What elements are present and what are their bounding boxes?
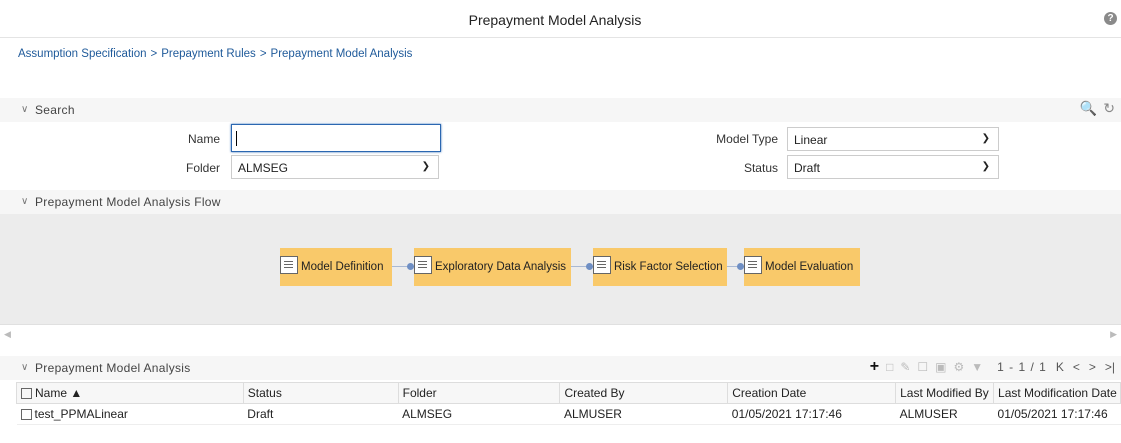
table-row[interactable]: test_PPMALinear Draft ALMSEG ALMUSER 01/… [16,403,1121,425]
delete-icon[interactable]: ☐ [917,360,928,374]
breadcrumb-separator: > [150,48,158,60]
document-icon [280,256,298,274]
page-title: Prepayment Model Analysis [468,12,642,28]
breadcrumb-item-assumption-specification[interactable]: Assumption Specification [18,48,146,60]
breadcrumb-item-prepayment-model-analysis[interactable]: Prepayment Model Analysis [271,48,413,60]
status-label: Status [743,161,778,175]
flow-step-label: Risk Factor Selection [614,261,723,273]
text-caret [236,131,237,146]
chevron-down-icon: ∨ [21,196,29,207]
edit-icon[interactable]: ✎ [900,360,910,374]
table-cell-created-by: ALMUSER [559,403,728,425]
chevron-down-icon: ∨ [21,104,29,115]
list-section-label: Prepayment Model Analysis [35,361,191,375]
flow-diagram: Model Definition Exploratory Data Analys… [0,214,1121,324]
chevron-down-icon: ❯ [981,161,990,172]
search-section-label: Search [35,103,75,117]
column-header-name[interactable]: Name ▲ [16,382,244,404]
execute-icon[interactable]: ⚙ [953,360,964,374]
flow-step-label: Model Definition [301,261,384,273]
table-header-row: Name ▲ Status Folder Created By Creation… [16,382,1121,404]
search-icon[interactable]: 🔍 [1080,100,1097,116]
column-header-last-modified-by[interactable]: Last Modified By [895,382,995,404]
name-input[interactable] [231,124,441,152]
flow-step-exploratory-data-analysis[interactable]: Exploratory Data Analysis [414,248,571,286]
filter-icon[interactable]: ▼ [971,360,983,374]
title-bar: Prepayment Model Analysis ? [0,0,1121,38]
table-cell-last-modified-by: ALMUSER [895,403,994,425]
column-header-creation-date[interactable]: Creation Date [727,382,897,404]
breadcrumb-item-prepayment-rules[interactable]: Prepayment Rules [161,48,256,60]
name-label: Name [187,132,220,146]
flow-connector-dot [407,263,414,270]
sort-ascending-icon: ▲ [70,386,83,400]
reset-icon[interactable]: ↻ [1103,100,1115,116]
column-header-status[interactable]: Status [242,382,399,404]
chevron-down-icon: ∨ [21,362,29,373]
model-type-select[interactable]: Linear ❯ [787,127,999,151]
results-table: Name ▲ Status Folder Created By Creation… [16,382,1121,425]
help-icon[interactable]: ? [1104,12,1117,25]
flow-step-label: Model Evaluation [765,261,854,273]
flow-step-label: Exploratory Data Analysis [435,261,567,273]
column-header-folder[interactable]: Folder [397,382,561,404]
horizontal-scrollbar[interactable]: ◀ ▶ [0,324,1121,346]
list-section-header[interactable]: ∨ Prepayment Model Analysis + □ ✎ ☐ ▣ ⚙ ▼ 1 - 1… [0,356,1121,380]
table-cell-creation-date: 01/05/2021 17:17:46 [727,403,896,425]
copy-icon[interactable]: ▣ [935,360,946,374]
column-header-last-modification-date[interactable]: Last Modification Date [993,382,1121,404]
select-all-checkbox[interactable] [21,388,32,399]
model-type-label: Model Type [716,132,778,146]
settings-icon [593,256,611,274]
chevron-down-icon: ❯ [981,133,990,144]
analysis-icon [414,256,432,274]
model-type-select-value: Linear [794,133,828,147]
table-cell-last-modification-date: 01/05/2021 17:17:46 [993,403,1121,425]
add-icon[interactable]: + [870,358,879,375]
status-select-value: Draft [794,161,821,175]
flow-step-risk-factor-selection[interactable]: Risk Factor Selection [593,248,727,286]
search-actions: 🔍 ↻ [1074,100,1115,117]
chevron-down-icon: ❯ [421,161,430,172]
scroll-right-icon[interactable]: ▶ [1110,329,1117,340]
flow-section-header[interactable]: ∨ Prepayment Model Analysis Flow [0,190,1121,214]
last-page-icon[interactable]: >| [1105,360,1115,374]
flow-step-model-evaluation[interactable]: Model Evaluation [744,248,860,286]
table-cell-name[interactable]: test_PPMALinear [16,403,244,425]
flow-section-label: Prepayment Model Analysis Flow [35,195,221,209]
next-page-icon[interactable]: > [1089,360,1096,374]
view-icon[interactable]: □ [886,360,893,374]
first-page-icon[interactable]: K [1056,360,1064,374]
list-toolbar: + □ ✎ ☐ ▣ ⚙ ▼ 1 - 1 / 1 K < > >| [863,358,1115,376]
breadcrumb-separator: > [259,48,267,60]
folder-select[interactable]: ALMSEG ❯ [231,155,439,179]
scroll-left-icon[interactable]: ◀ [4,329,11,340]
folder-label: Folder [185,161,220,175]
evaluation-icon [744,256,762,274]
row-checkbox[interactable] [20,409,32,420]
pagination-text: 1 - 1 / 1 [997,360,1047,374]
folder-select-value: ALMSEG [238,161,289,175]
flow-step-model-definition[interactable]: Model Definition [280,248,392,286]
search-section-header[interactable]: ∨ Search 🔍 ↻ [0,98,1121,122]
flow-connector-dot [737,263,744,270]
breadcrumb: Assumption Specification > Prepayment Rule… [18,48,412,60]
prev-page-icon[interactable]: < [1073,360,1080,374]
status-select[interactable]: Draft ❯ [787,155,999,179]
flow-connector-dot [586,263,593,270]
column-header-created-by[interactable]: Created By [559,382,729,404]
table-cell-status: Draft [243,403,399,425]
table-cell-folder: ALMSEG [398,403,560,425]
